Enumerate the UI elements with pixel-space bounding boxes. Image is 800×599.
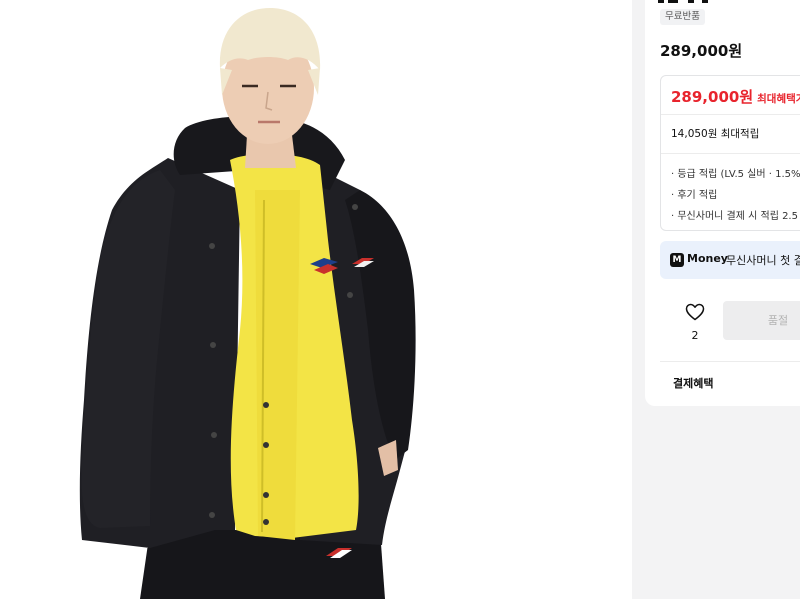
divider (661, 153, 800, 154)
cut-off-title-fragment (658, 0, 718, 3)
max-benefit-label: 최대혜택가 (757, 93, 800, 105)
like-count: 2 (691, 329, 699, 342)
money-brand-label: Money (687, 252, 728, 265)
divider (661, 114, 800, 115)
points-breakdown-list: · 등급 적립 (LV.5 실버 · 1.5% · 후기 적립 · 무신사머니 … (671, 164, 800, 227)
points-item-money: · 무신사머니 결제 시 적립 2.5 (671, 211, 798, 222)
purchase-card: 무료반품 289,000원 289,000원최대혜택가 14,050원 최대적립… (645, 0, 800, 406)
musinsa-money-banner[interactable]: M Money 무신사머니 첫 결 (660, 241, 800, 279)
sold-out-button[interactable]: 품절 (723, 301, 800, 340)
product-info-panel: 무료반품 289,000원 289,000원최대혜택가 14,050원 최대적립… (632, 0, 800, 599)
free-return-badge: 무료반품 (660, 9, 705, 25)
payment-benefits-heading[interactable]: 결제혜택 (673, 375, 713, 391)
points-item-grade: · 등급 적립 (LV.5 실버 · 1.5% (671, 169, 800, 180)
product-price: 289,000원 (660, 42, 743, 60)
product-image (0, 0, 632, 599)
max-points-total: 14,050원 최대적립 (671, 128, 760, 140)
divider (660, 361, 800, 362)
max-benefit-box[interactable]: 289,000원최대혜택가 14,050원 최대적립 · 등급 적립 (LV.5… (660, 75, 800, 231)
money-promo-text: 무신사머니 첫 결 (726, 254, 800, 267)
points-item-review: · 후기 적립 (671, 190, 718, 201)
max-benefit-price: 289,000원 (671, 88, 754, 106)
heart-outline-icon (685, 303, 705, 321)
max-benefit-row: 289,000원최대혜택가 (671, 86, 800, 107)
like-button[interactable]: 2 (682, 303, 708, 342)
model-illustration (79, 8, 416, 599)
musinsa-money-logo-icon: M (670, 253, 684, 267)
